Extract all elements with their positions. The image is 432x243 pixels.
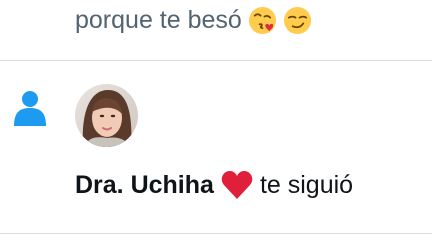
red-heart-emoji-icon	[221, 170, 253, 200]
notification-divider	[0, 60, 432, 61]
previous-notification-text: porque te besó	[75, 2, 312, 38]
follow-notification-text: Dra. Uchiha te siguió	[75, 166, 353, 204]
follower-name-link[interactable]: Dra. Uchiha	[75, 171, 214, 200]
notifications-page: porque te besó Dra. Uchiha te siguió	[0, 0, 432, 243]
previous-notification-message: porque te besó	[75, 6, 242, 34]
person-icon	[12, 90, 48, 128]
avatar[interactable]	[75, 84, 138, 147]
notification-divider-bottom	[0, 233, 432, 234]
smirking-face-emoji-icon	[283, 6, 312, 35]
follow-action-text: te siguió	[259, 170, 354, 199]
face-blowing-kiss-emoji-icon	[248, 6, 277, 35]
